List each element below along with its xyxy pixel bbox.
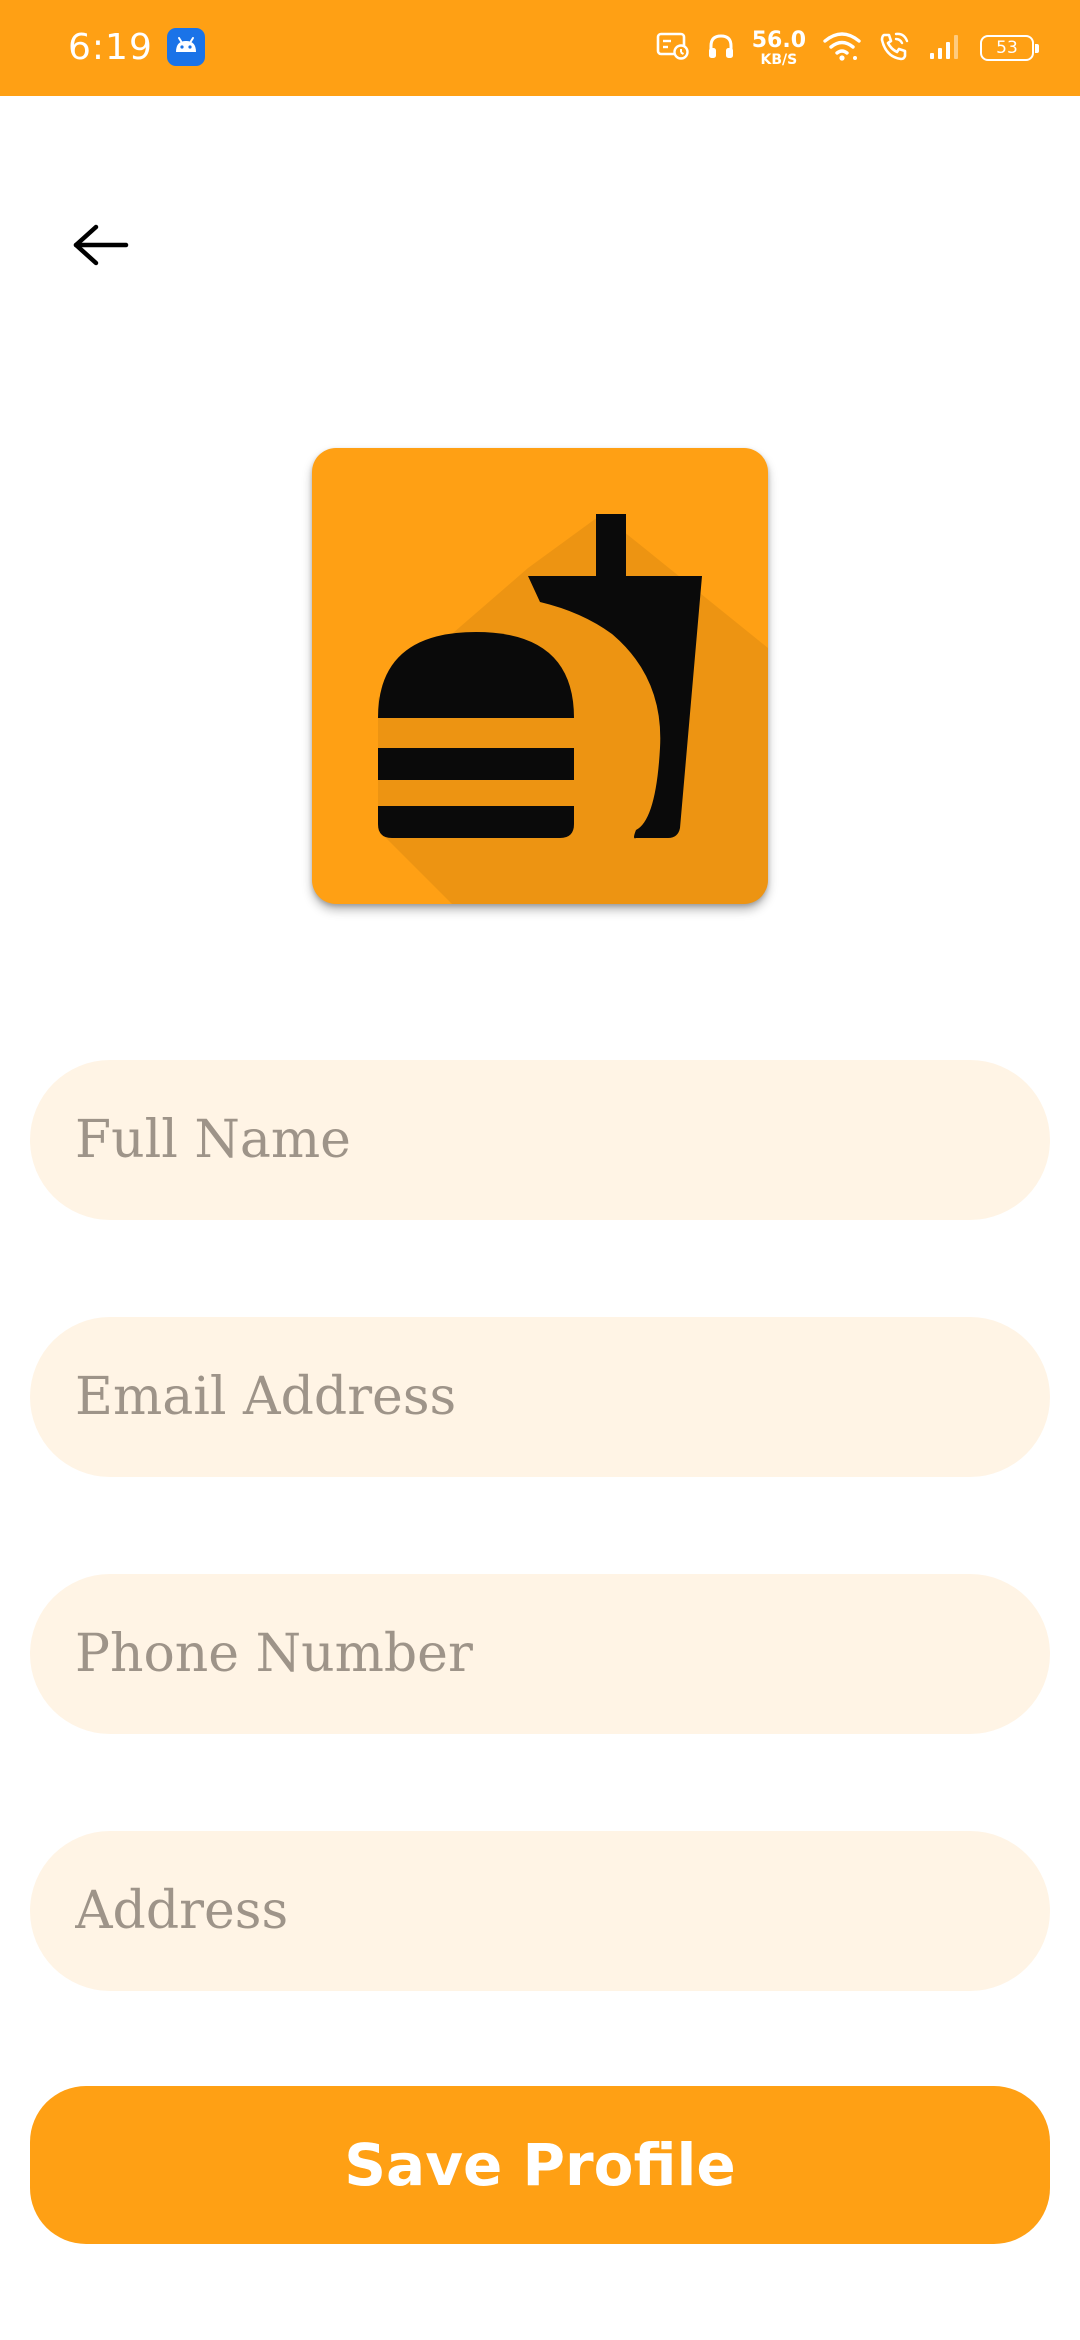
address-field[interactable] (30, 1831, 1050, 1991)
android-notification-icon (167, 28, 205, 66)
wifi-calling-icon (878, 30, 912, 66)
network-speed-unit: KB/S (760, 51, 798, 68)
back-button[interactable] (60, 205, 140, 285)
status-bar: 6:19 56.0 KB/S 53 (0, 0, 1080, 96)
headphones-icon (706, 31, 736, 65)
email-field[interactable] (30, 1317, 1050, 1477)
wifi-icon (822, 30, 862, 66)
cast-icon (656, 31, 690, 65)
signal-icon (928, 31, 964, 65)
status-time: 6:19 (68, 27, 153, 68)
arrow-left-icon (73, 224, 129, 266)
phone-field[interactable] (30, 1574, 1050, 1734)
save-profile-label: Save Profile (344, 2131, 736, 2199)
address-input[interactable] (75, 1831, 1050, 1991)
full-name-field[interactable] (30, 1060, 1050, 1220)
app-logo (312, 448, 768, 904)
phone-input[interactable] (75, 1574, 1050, 1734)
full-name-input[interactable] (75, 1060, 1050, 1220)
network-speed: 56.0 KB/S (751, 27, 806, 68)
save-profile-button[interactable]: Save Profile (30, 2086, 1050, 2244)
email-input[interactable] (75, 1317, 1050, 1477)
network-speed-value: 56.0 (751, 27, 806, 53)
burger-and-drink-icon (378, 514, 768, 904)
battery-level: 53 (996, 38, 1018, 58)
status-icons: 56.0 KB/S 53 (640, 26, 1040, 70)
battery-icon: 53 (980, 35, 1039, 61)
